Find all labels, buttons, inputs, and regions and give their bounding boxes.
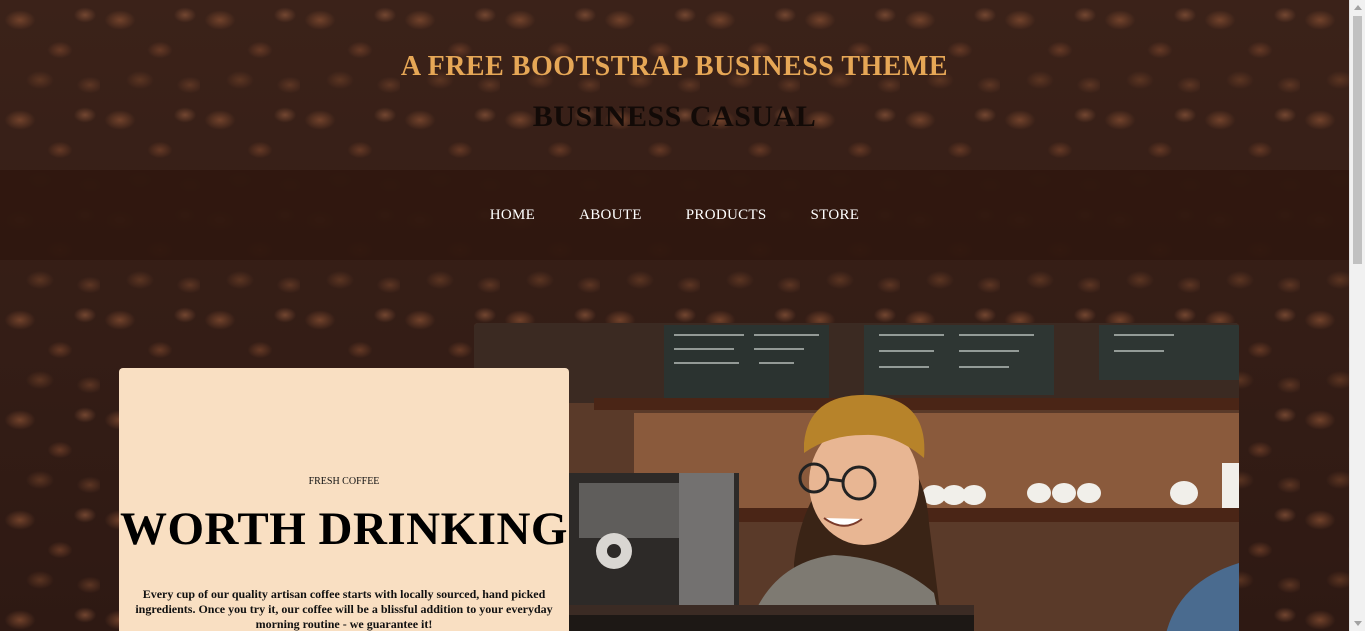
intro-subheading: FRESH COFFEE	[308, 476, 380, 487]
scroll-down-icon[interactable]	[1354, 621, 1362, 626]
intro-card: FRESH COFFEE WORTH DRINKING Every cup of…	[119, 368, 569, 631]
page: A FREE BOOTSTRAP BUSINESS THEME BUSINESS…	[0, 0, 1349, 631]
site-heading: A FREE BOOTSTRAP BUSINESS THEME BUSINESS…	[0, 0, 1349, 170]
barista-photo-illustration	[474, 323, 1239, 631]
scrollbar-thumb[interactable]	[1353, 16, 1362, 264]
nav-link-about[interactable]: ABOUTE	[579, 207, 642, 224]
nav-link-store[interactable]: STORE	[811, 207, 860, 224]
nav-link-products[interactable]: PRODUCTS	[686, 207, 767, 224]
vertical-scrollbar[interactable]	[1349, 0, 1365, 631]
main-navbar: HOME ABOUTE PRODUCTS STORE	[0, 170, 1349, 260]
intro-paragraph: Every cup of our quality artisan coffee …	[135, 587, 553, 631]
nav-link-home[interactable]: HOME	[490, 207, 535, 224]
scroll-up-icon[interactable]	[1354, 5, 1362, 10]
site-heading-lower: BUSINESS CASUAL	[532, 100, 817, 133]
site-heading-upper: A FREE BOOTSTRAP BUSINESS THEME	[400, 51, 949, 82]
intro-photo	[474, 323, 1239, 631]
intro-heading: WORTH DRINKING	[120, 503, 568, 555]
